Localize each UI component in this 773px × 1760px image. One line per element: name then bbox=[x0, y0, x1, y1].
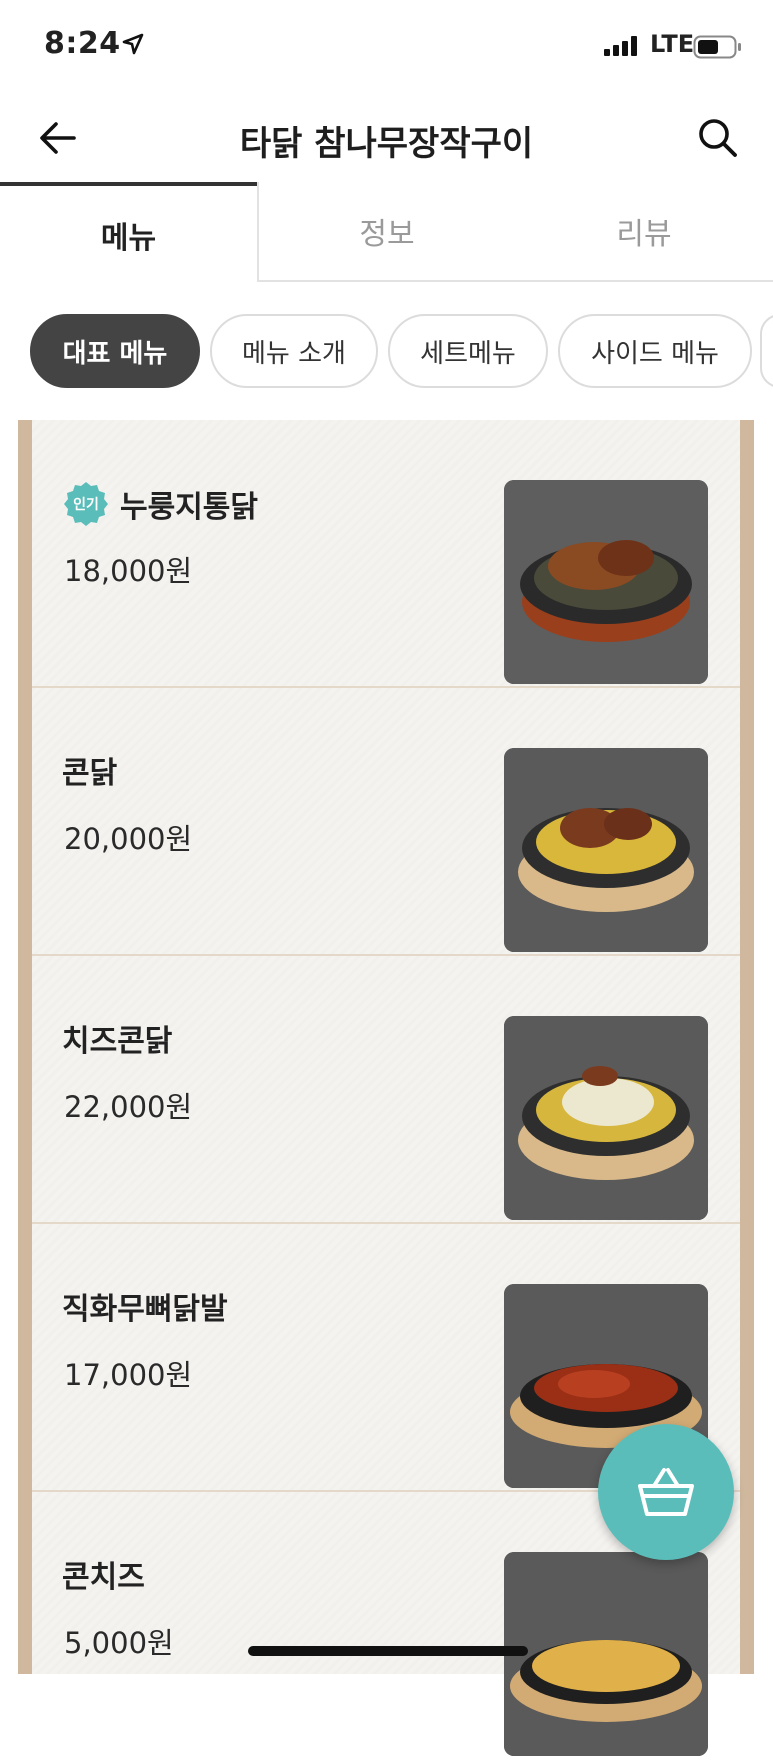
tab-info[interactable]: 정보 bbox=[257, 182, 515, 282]
search-button[interactable] bbox=[690, 110, 746, 166]
menu-item-name-row: 치즈콘닭 bbox=[62, 1016, 172, 1060]
menu-item-price: 5,000원 bbox=[64, 1626, 174, 1660]
menu-item-image bbox=[504, 1552, 708, 1756]
menu-item-name: 치즈콘닭 bbox=[62, 1024, 173, 1059]
basket-icon bbox=[638, 1468, 694, 1516]
app-header: 타닭 참나무장작구이 bbox=[0, 96, 773, 184]
chip-side-menu[interactable]: 사이드 메뉴 bbox=[558, 314, 752, 388]
cart-button[interactable] bbox=[598, 1424, 734, 1560]
menu-item-price: 22,000원 bbox=[64, 1090, 193, 1124]
popular-badge: 인기 bbox=[62, 480, 110, 528]
category-chips: 대표 메뉴 메뉴 소개 세트메뉴 사이드 메뉴 bbox=[0, 314, 773, 390]
chip-menu-intro[interactable]: 메뉴 소개 bbox=[210, 314, 378, 388]
menu-item-image bbox=[504, 748, 708, 952]
menu-item-name-row: 콘치즈 bbox=[62, 1552, 145, 1596]
status-time: 8:24 bbox=[44, 26, 121, 61]
tab-menu[interactable]: 메뉴 bbox=[0, 182, 257, 284]
menu-item-price: 20,000원 bbox=[64, 822, 193, 856]
tab-bar: 메뉴 정보 리뷰 bbox=[0, 182, 773, 284]
status-bar: 8:24 LTE bbox=[0, 0, 773, 96]
home-indicator bbox=[248, 1646, 528, 1656]
menu-item[interactable]: 치즈콘닭 22,000원 bbox=[32, 956, 740, 1224]
menu-item-name: 직화무뼈닭발 bbox=[62, 1292, 228, 1327]
menu-item-name-row: 인기 누룽지통닭 bbox=[62, 480, 258, 528]
chip-set-menu[interactable]: 세트메뉴 bbox=[388, 314, 548, 388]
location-arrow-icon bbox=[122, 33, 144, 55]
menu-item-image bbox=[504, 480, 708, 684]
badge-label: 인기 bbox=[73, 497, 99, 513]
chip-signature-menu[interactable]: 대표 메뉴 bbox=[30, 314, 200, 388]
menu-item[interactable]: 콘닭 20,000원 bbox=[32, 688, 740, 956]
search-icon bbox=[699, 119, 737, 157]
signal-icon bbox=[604, 36, 637, 56]
menu-item-price: 17,000원 bbox=[64, 1358, 193, 1392]
menu-item-name-row: 직화무뼈닭발 bbox=[62, 1284, 228, 1328]
menu-item-image bbox=[504, 1016, 708, 1220]
page-title: 타닭 참나무장작구이 bbox=[239, 124, 534, 164]
menu-item-price: 18,000원 bbox=[64, 554, 193, 588]
chip-overflow[interactable] bbox=[760, 314, 773, 388]
carrier-label: LTE bbox=[650, 30, 695, 58]
battery-icon bbox=[693, 35, 741, 59]
menu-item-name: 콘치즈 bbox=[62, 1560, 145, 1595]
menu-item-name-row: 콘닭 bbox=[62, 748, 117, 792]
menu-item-name: 누룽지통닭 bbox=[120, 490, 258, 525]
tab-reviews[interactable]: 리뷰 bbox=[515, 182, 773, 282]
menu-item-name: 콘닭 bbox=[62, 756, 118, 791]
menu-item[interactable]: 인기 누룽지통닭 18,000원 bbox=[32, 420, 740, 688]
